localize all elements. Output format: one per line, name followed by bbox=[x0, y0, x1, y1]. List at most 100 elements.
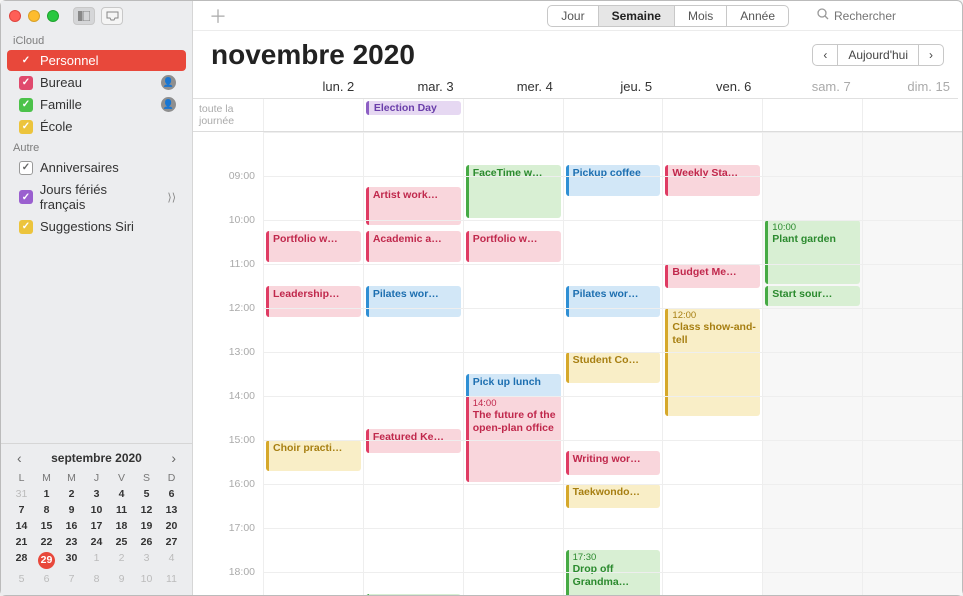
view-tab[interactable]: Mois bbox=[675, 6, 727, 26]
allday-cell[interactable] bbox=[463, 99, 563, 131]
calendar-checkbox[interactable]: ✓ bbox=[19, 161, 33, 175]
prev-week-button[interactable]: ‹ bbox=[813, 45, 838, 65]
mini-day[interactable]: 5 bbox=[9, 571, 34, 587]
day-column[interactable]: 10:00Plant gardenStart sour… bbox=[762, 132, 862, 595]
event[interactable]: Featured Ke… bbox=[366, 429, 461, 453]
mini-day[interactable]: 1 bbox=[34, 486, 59, 502]
inbox-button[interactable] bbox=[101, 7, 123, 25]
mini-day[interactable]: 9 bbox=[59, 502, 84, 518]
allday-cell[interactable] bbox=[762, 99, 862, 131]
view-tab[interactable]: Jour bbox=[548, 6, 598, 26]
event[interactable]: Taco night bbox=[366, 594, 461, 595]
event[interactable]: Academic a… bbox=[366, 231, 461, 262]
day-column[interactable]: FaceTime w…Portfolio w…Pick up lunch14:0… bbox=[463, 132, 563, 595]
event[interactable]: Student Co… bbox=[566, 352, 661, 383]
mini-day[interactable]: 31 bbox=[9, 486, 34, 502]
add-event-button[interactable]: ＋ bbox=[203, 3, 233, 29]
calendar-item[interactable]: ✓Anniversaires bbox=[7, 157, 186, 178]
event[interactable]: Start sour… bbox=[765, 286, 860, 306]
calendar-item[interactable]: ✓Famille👤 bbox=[7, 94, 186, 115]
event[interactable]: FaceTime w… bbox=[466, 165, 561, 218]
mini-day[interactable]: 7 bbox=[59, 571, 84, 587]
mini-day[interactable]: 25 bbox=[109, 534, 134, 550]
search-input[interactable] bbox=[834, 9, 944, 23]
allday-cell[interactable]: Election Day bbox=[363, 99, 463, 131]
search-field[interactable] bbox=[809, 6, 952, 25]
mini-day[interactable]: 14 bbox=[9, 518, 34, 534]
view-tab[interactable]: Année bbox=[727, 6, 788, 26]
mini-day[interactable]: 9 bbox=[109, 571, 134, 587]
event[interactable]: Taekwondo… bbox=[566, 484, 661, 508]
mini-day[interactable]: 13 bbox=[159, 502, 184, 518]
event[interactable]: Budget Me… bbox=[665, 264, 760, 288]
mini-day[interactable]: 4 bbox=[109, 486, 134, 502]
mini-day[interactable]: 20 bbox=[159, 518, 184, 534]
event[interactable]: Writing wor… bbox=[566, 451, 661, 475]
calendar-checkbox[interactable]: ✓ bbox=[19, 76, 33, 90]
day-column[interactable]: Portfolio w… Leadership… Choir practi… bbox=[263, 132, 363, 595]
mini-day[interactable]: 2 bbox=[59, 486, 84, 502]
view-tab[interactable]: Semaine bbox=[599, 6, 675, 26]
mini-day[interactable]: 10 bbox=[134, 571, 159, 587]
mini-day[interactable]: 11 bbox=[159, 571, 184, 587]
event[interactable]: 14:00The future of the open-plan office bbox=[466, 396, 561, 482]
mini-day[interactable]: 8 bbox=[84, 571, 109, 587]
calendar-item[interactable]: ✓École bbox=[7, 116, 186, 137]
calendar-item[interactable]: ✓Bureau👤 bbox=[7, 72, 186, 93]
mini-day[interactable]: 23 bbox=[59, 534, 84, 550]
allday-cell[interactable] bbox=[563, 99, 663, 131]
event[interactable]: Choir practi… bbox=[266, 440, 361, 471]
mini-day[interactable]: 27 bbox=[159, 534, 184, 550]
mini-day[interactable]: 8 bbox=[34, 502, 59, 518]
event[interactable]: Leadership… bbox=[266, 286, 361, 317]
event[interactable]: 12:00Class show-and-tell bbox=[665, 308, 760, 416]
event[interactable]: Weekly Sta… bbox=[665, 165, 760, 196]
event[interactable]: Pilates wor… bbox=[366, 286, 461, 317]
mini-day[interactable]: 1 bbox=[84, 550, 109, 571]
day-column[interactable]: Artist work… Academic a… Pilates wor… Featu… bbox=[363, 132, 463, 595]
allday-cell[interactable] bbox=[862, 99, 962, 131]
calendar-checkbox[interactable]: ✓ bbox=[19, 190, 33, 204]
close-icon[interactable] bbox=[9, 10, 21, 22]
day-column[interactable]: Pickup coffeePilates wor…Student Co…Writ… bbox=[563, 132, 663, 595]
day-column[interactable]: Weekly Sta… Budget Me… 12:00Class show-and… bbox=[662, 132, 762, 595]
mini-day[interactable]: 3 bbox=[134, 550, 159, 571]
mini-day[interactable]: 19 bbox=[134, 518, 159, 534]
day-column[interactable] bbox=[862, 132, 962, 595]
minimize-icon[interactable] bbox=[28, 10, 40, 22]
event[interactable]: 10:00Plant garden bbox=[765, 220, 860, 284]
next-week-button[interactable]: › bbox=[919, 45, 943, 65]
today-button[interactable]: Aujourd'hui bbox=[838, 45, 919, 65]
mini-day[interactable]: 6 bbox=[34, 571, 59, 587]
calendar-checkbox[interactable]: ✓ bbox=[19, 220, 33, 234]
mini-prev-button[interactable]: ‹ bbox=[13, 450, 26, 466]
mini-day[interactable]: 4 bbox=[159, 550, 184, 571]
mini-day[interactable]: 29 bbox=[34, 550, 59, 571]
mini-day[interactable]: 5 bbox=[134, 486, 159, 502]
allday-event[interactable]: Election Day bbox=[366, 101, 461, 115]
event[interactable]: Pilates wor… bbox=[566, 286, 661, 317]
event[interactable]: Artist work… bbox=[366, 187, 461, 225]
mini-day[interactable]: 7 bbox=[9, 502, 34, 518]
mini-day[interactable]: 15 bbox=[34, 518, 59, 534]
mini-day[interactable]: 6 bbox=[159, 486, 184, 502]
mini-day[interactable]: 11 bbox=[109, 502, 134, 518]
mini-next-button[interactable]: › bbox=[167, 450, 180, 466]
mini-day[interactable]: 3 bbox=[84, 486, 109, 502]
mini-day[interactable]: 2 bbox=[109, 550, 134, 571]
event[interactable]: Portfolio w… bbox=[466, 231, 561, 262]
mini-day[interactable]: 21 bbox=[9, 534, 34, 550]
mini-day[interactable]: 18 bbox=[109, 518, 134, 534]
mini-day[interactable]: 10 bbox=[84, 502, 109, 518]
mini-day[interactable]: 17 bbox=[84, 518, 109, 534]
mini-day[interactable]: 12 bbox=[134, 502, 159, 518]
mini-day[interactable]: 30 bbox=[59, 550, 84, 571]
mini-day[interactable]: 24 bbox=[84, 534, 109, 550]
calendar-item[interactable]: ✓Personnel bbox=[7, 50, 186, 71]
allday-cell[interactable] bbox=[662, 99, 762, 131]
calendar-item[interactable]: ✓Jours fériés français⟩⟩ bbox=[7, 179, 186, 215]
event[interactable]: Portfolio w… bbox=[266, 231, 361, 262]
allday-cell[interactable] bbox=[263, 99, 363, 131]
mini-day[interactable]: 22 bbox=[34, 534, 59, 550]
mini-day[interactable]: 16 bbox=[59, 518, 84, 534]
